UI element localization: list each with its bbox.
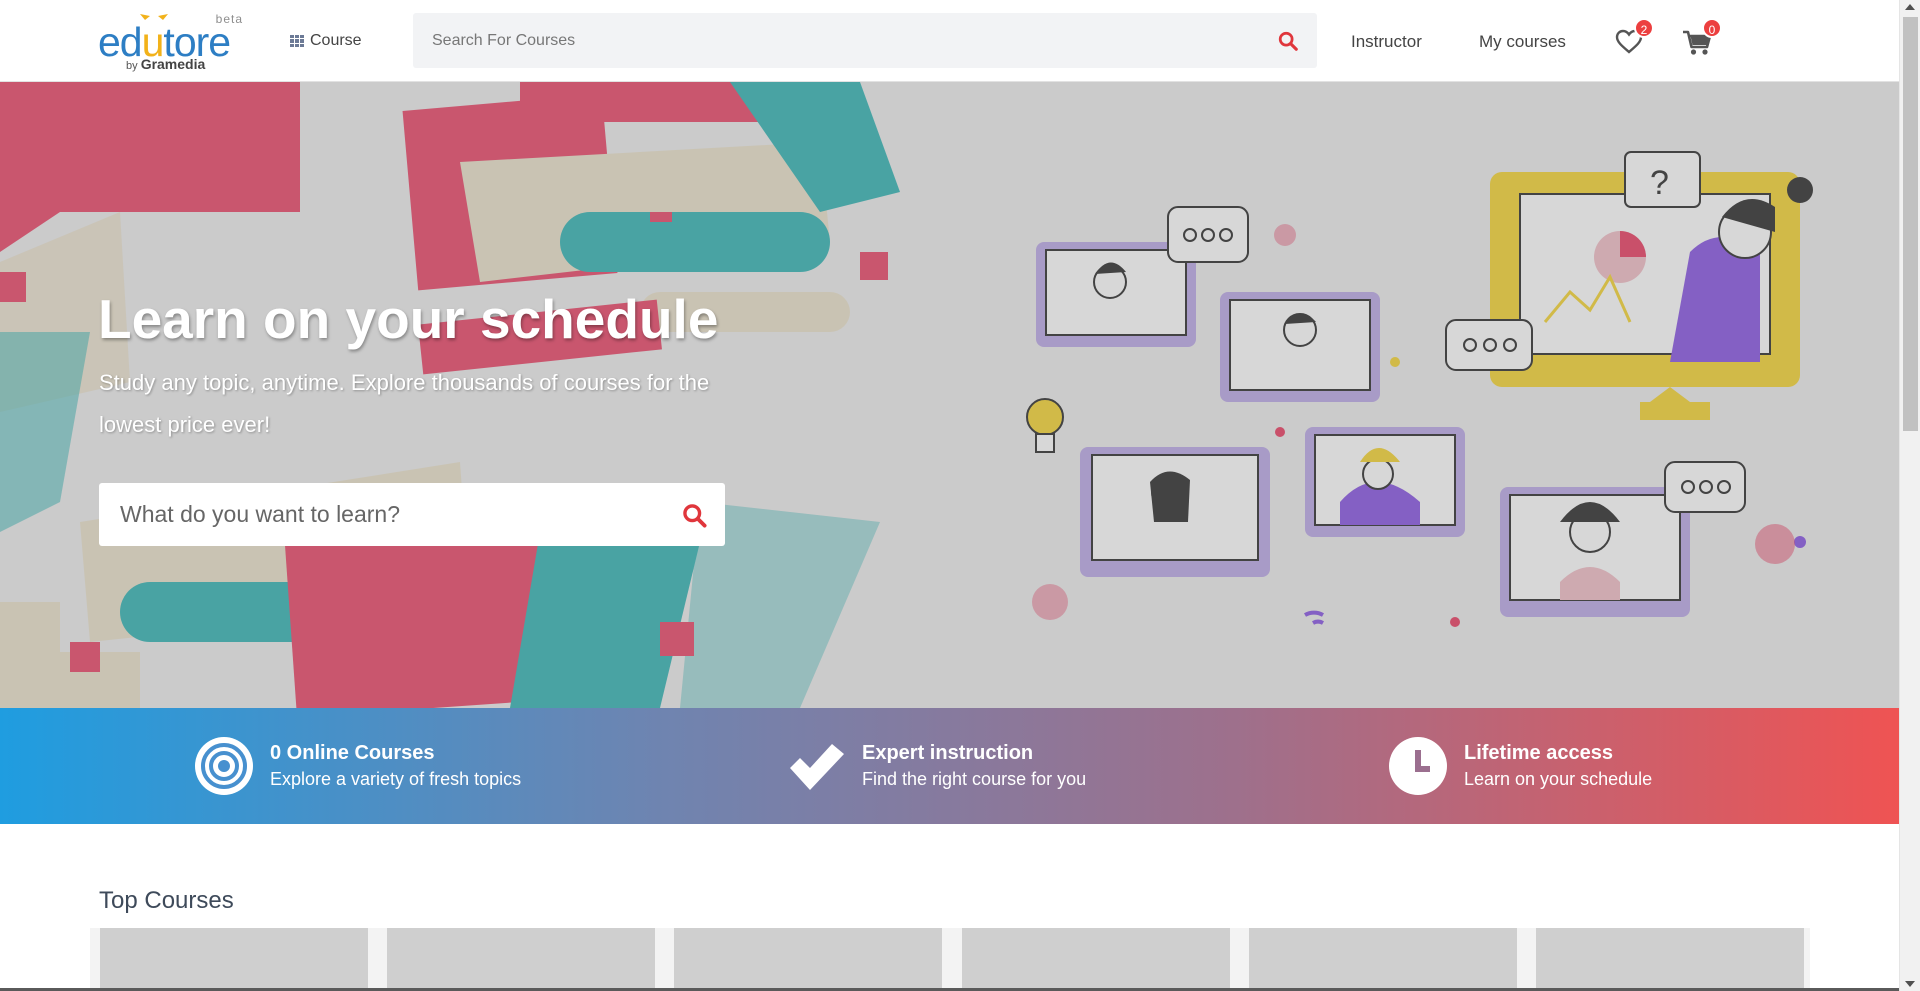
search-icon[interactable] <box>1277 30 1299 52</box>
feature-text: Find the right course for you <box>862 769 1087 789</box>
hero-search-bar <box>99 483 725 546</box>
course-menu-button[interactable]: Course <box>290 30 362 52</box>
hero-title: Learn on your schedule <box>98 288 719 350</box>
top-courses-carousel <box>90 928 1810 991</box>
scroll-down-arrow-icon[interactable] <box>1905 981 1915 987</box>
hero-subtitle: Study any topic, anytime. Explore thousa… <box>99 370 710 437</box>
feature-text: Explore a variety of fresh topics <box>270 769 522 789</box>
course-card[interactable] <box>1249 928 1517 991</box>
check-icon <box>790 744 844 790</box>
hero-banner: ? Learn on your schedule Study any topic… <box>0 82 1899 708</box>
logo-beta-tag: beta <box>215 12 243 26</box>
target-icon <box>195 737 253 795</box>
search-icon[interactable] <box>681 502 708 529</box>
course-card[interactable] <box>674 928 942 991</box>
feature-title: 0 Online Courses <box>270 742 435 764</box>
feature-expert-instruction: Expert instruction Find the right course… <box>786 734 1086 798</box>
page-scrollbar[interactable] <box>1899 0 1920 991</box>
features-band: 0 Online Courses Explore a variety of fr… <box>0 708 1899 824</box>
course-card[interactable] <box>100 928 368 991</box>
course-card[interactable] <box>962 928 1230 991</box>
hero-search-input[interactable] <box>99 483 659 546</box>
clock-icon <box>1389 737 1447 795</box>
scrollbar-thumb[interactable] <box>1903 17 1918 431</box>
edutore-logo[interactable]: edutore beta by Gramedia <box>98 10 243 72</box>
top-search-bar <box>413 13 1317 68</box>
cart-count-badge: 0 <box>1702 18 1722 38</box>
feature-text: Learn on your schedule <box>1464 769 1653 789</box>
top-navbar: edutore beta by Gramedia Course Instruct… <box>0 0 1899 82</box>
feature-title: Lifetime access <box>1464 742 1613 764</box>
top-courses-heading: Top Courses <box>99 887 234 914</box>
wishlist-button[interactable]: 2 <box>1612 18 1654 59</box>
cart-button[interactable]: 0 <box>1680 18 1722 59</box>
feature-lifetime-access: Lifetime access Learn on your schedule <box>1388 734 1652 798</box>
grid-menu-icon <box>290 35 304 47</box>
course-card[interactable] <box>387 928 655 991</box>
scroll-up-arrow-icon[interactable] <box>1905 4 1915 10</box>
course-card[interactable] <box>1536 928 1804 991</box>
nav-instructor-link[interactable]: Instructor <box>1351 32 1422 52</box>
feature-online-courses: 0 Online Courses Explore a variety of fr… <box>194 734 521 798</box>
top-search-input[interactable] <box>413 13 1273 68</box>
course-menu-label: Course <box>310 32 362 49</box>
feature-title: Expert instruction <box>862 742 1034 764</box>
wishlist-count-badge: 2 <box>1634 18 1654 38</box>
nav-my-courses-link[interactable]: My courses <box>1479 32 1566 52</box>
logo-byline: by Gramedia <box>126 56 206 72</box>
